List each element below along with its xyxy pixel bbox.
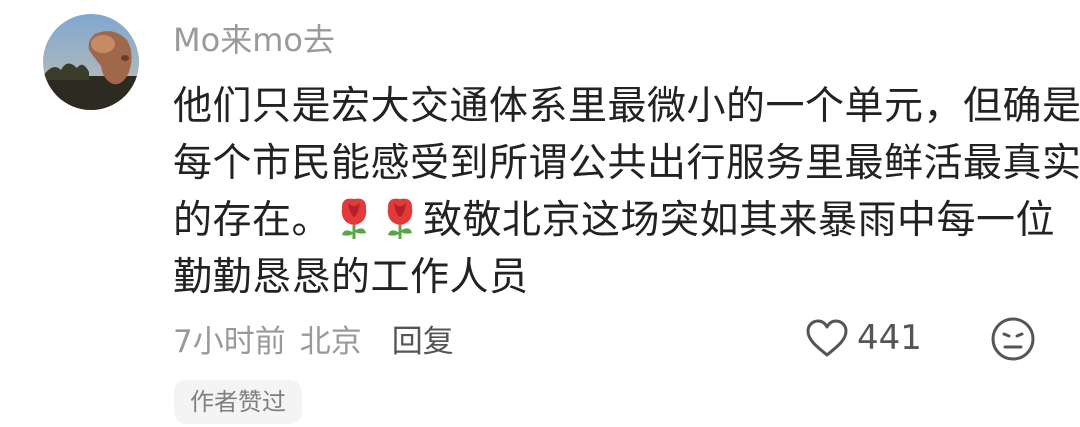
comment-line: 勤勤恳恳的工作人员 — [173, 255, 529, 300]
author-liked-badge: 作者赞过 — [174, 380, 302, 424]
dislike-button[interactable] — [990, 316, 1036, 362]
neutral-face-icon — [991, 317, 1035, 361]
like-count: 441 — [857, 318, 922, 358]
comment-item: Mo来mo去 他们只是宏大交通体系里最微小的一个单元，但确是 每个市民能感受到所… — [0, 0, 1080, 427]
comment-meta: 7小时前 北京 回复 — [173, 316, 454, 360]
comment-time: 7小时前 — [173, 323, 286, 360]
avatar[interactable] — [43, 14, 139, 110]
comment-body: 他们只是宏大交通体系里最微小的一个单元，但确是 每个市民能感受到所谓公共出行服务… — [173, 78, 1080, 306]
reply-button[interactable]: 回复 — [392, 316, 454, 361]
comment-text-segment: 的存在。 — [173, 198, 332, 243]
avatar-image — [43, 14, 139, 110]
comment-line-with-emoji: 的存在。 致敬北京这场突如其来暴雨中每一位 — [173, 192, 1056, 249]
comment-line: 他们只是宏大交通体系里最微小的一个单元，但确是 — [173, 84, 1080, 129]
comment-text-segment: 致敬北京这场突如其来暴雨中每一位 — [423, 198, 1056, 243]
comment-line: 每个市民能感受到所谓公共出行服务里最鲜活最真实 — [173, 141, 1080, 186]
comment-location: 北京 — [299, 323, 362, 360]
username[interactable]: Mo来mo去 — [173, 18, 335, 62]
heart-outline-icon — [806, 319, 848, 357]
like-button[interactable]: 441 — [805, 314, 922, 362]
rose-emoji-icon — [341, 198, 367, 239]
rose-emoji-icon — [387, 198, 413, 239]
